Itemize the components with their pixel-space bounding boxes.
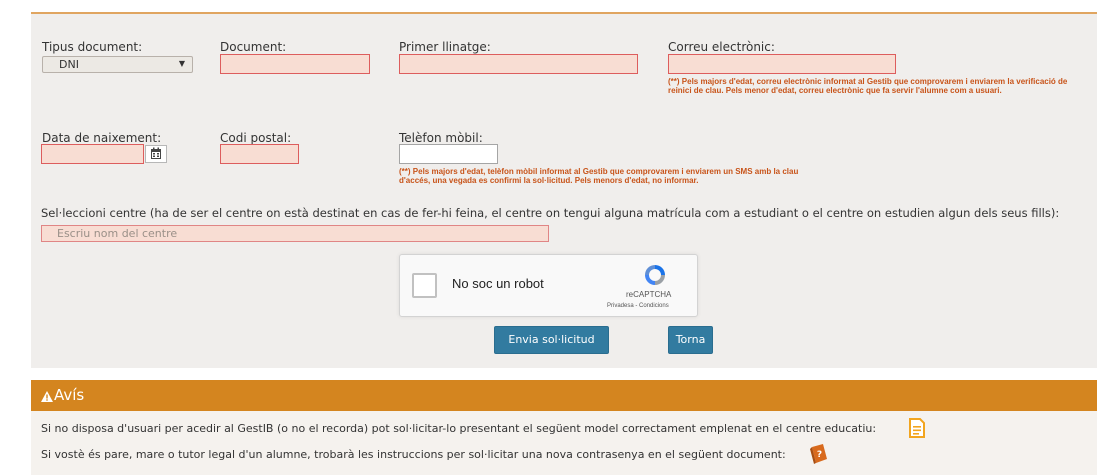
chevron-down-icon: ▼ xyxy=(178,59,185,68)
back-button[interactable]: Torna xyxy=(668,326,713,354)
recaptcha-widget: No soc un robot reCAPTCHA Privadesa - Co… xyxy=(399,254,698,317)
telefon-note: (**) Pels majors d'edat, telèfon mòbil i… xyxy=(399,167,799,185)
recaptcha-links[interactable]: Privadesa - Condicions xyxy=(607,303,669,309)
recaptcha-logo-icon xyxy=(645,265,665,285)
help-book-icon[interactable]: ? xyxy=(809,443,829,465)
correu-label: Correu electrònic: xyxy=(668,40,775,54)
data-naixement-input[interactable] xyxy=(41,144,144,164)
document-icon[interactable] xyxy=(908,418,926,438)
warning-body: Si no disposa d'usuari per acedir al Ges… xyxy=(31,411,1097,475)
tipus-document-label: Tipus document: xyxy=(42,40,143,54)
calendar-icon xyxy=(151,147,161,159)
document-label: Document: xyxy=(220,40,287,54)
warning-icon xyxy=(41,391,53,402)
calendar-button[interactable] xyxy=(145,145,167,163)
codi-postal-input[interactable] xyxy=(220,144,299,164)
warning-header: Avís xyxy=(31,380,1097,411)
recaptcha-brand: reCAPTCHA xyxy=(626,290,672,299)
correu-input[interactable] xyxy=(668,54,896,74)
warning-line-1: Si no disposa d'usuari per acedir al Ges… xyxy=(41,422,877,435)
centre-label: Sel·leccioni centre (ha de ser el centre… xyxy=(41,206,1060,220)
correu-note: (**) Pels majors d'edat, correu electròn… xyxy=(668,77,1068,95)
telefon-input[interactable] xyxy=(399,144,498,164)
recaptcha-label: No soc un robot xyxy=(452,276,544,291)
centre-search-input[interactable]: Escriu nom del centre xyxy=(41,225,549,242)
telefon-label: Telèfon mòbil: xyxy=(399,131,483,145)
warning-title: Avís xyxy=(54,386,85,404)
warning-line-2: Si vostè és pare, mare o tutor legal d'u… xyxy=(41,448,786,461)
primer-llinatge-label: Primer llinatge: xyxy=(399,40,491,54)
document-input[interactable] xyxy=(220,54,370,74)
codi-postal-label: Codi postal: xyxy=(220,131,292,145)
recaptcha-checkbox[interactable] xyxy=(412,273,437,298)
submit-button[interactable]: Envia sol·licitud xyxy=(494,326,609,354)
request-form-panel: Tipus document: DNI ▼ Document: Primer l… xyxy=(31,12,1097,368)
svg-text:?: ? xyxy=(817,450,822,460)
tipus-document-select[interactable]: DNI ▼ xyxy=(42,56,193,73)
tipus-document-value: DNI xyxy=(59,58,79,71)
data-naixement-label: Data de naixement: xyxy=(42,131,162,145)
primer-llinatge-input[interactable] xyxy=(399,54,638,74)
